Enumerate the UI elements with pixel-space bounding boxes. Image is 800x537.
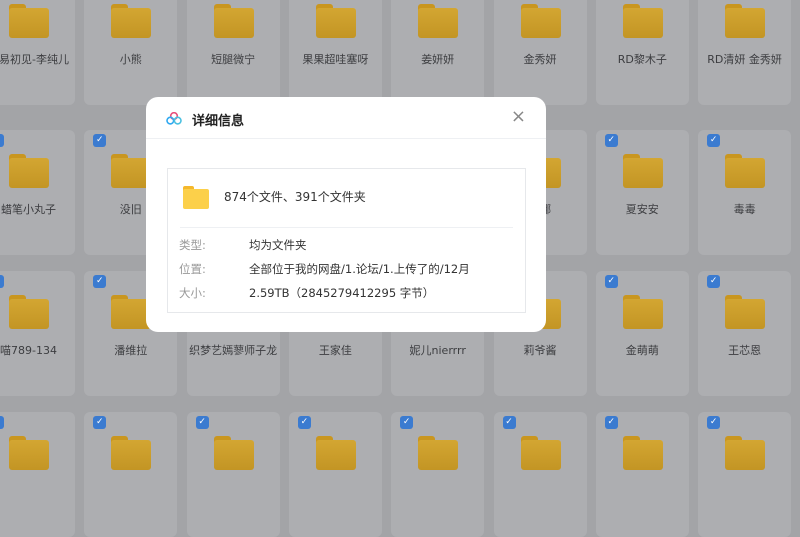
- folder-name: 小熊: [119, 53, 142, 66]
- dialog-title: 详细信息: [192, 114, 245, 129]
- checkbox-checked-icon[interactable]: ✓: [707, 275, 721, 288]
- folder-name: 蜡笔小丸子: [1, 203, 56, 216]
- checkbox-checked-icon[interactable]: ✓: [297, 416, 311, 429]
- folder-item[interactable]: ✓: [698, 412, 792, 537]
- folder-icon: [725, 295, 766, 329]
- folder-name: 金萌萌: [625, 344, 659, 357]
- size-label: 大小:: [179, 286, 206, 300]
- folder-icon: [111, 436, 152, 470]
- folder-item[interactable]: ✓ 毒毒: [698, 130, 792, 255]
- folder-name: 遇易初见-李纯儿: [0, 53, 69, 66]
- folder-icon: [725, 436, 766, 470]
- folder-item[interactable]: ✓: [84, 412, 178, 537]
- folder-item[interactable]: ✓: [288, 412, 382, 537]
- folder-name: 短腿微宁: [211, 53, 256, 66]
- folder-icon: [622, 4, 663, 38]
- checkbox-checked-icon[interactable]: ✓: [93, 416, 107, 429]
- checkbox-checked-icon[interactable]: ✓: [707, 134, 721, 147]
- folder-item[interactable]: ✓金秀妍: [493, 0, 587, 105]
- location-row: 位置: 全部位于我的网盘/1.论坛/1.上传了的/12月: [179, 261, 470, 277]
- folder-name: 妮儿nierrrr: [409, 344, 466, 357]
- folder-item[interactable]: ✓ 王芯恩: [698, 271, 792, 396]
- type-label: 类型:: [179, 238, 206, 252]
- baidu-netdisk-logo-icon: [166, 112, 182, 125]
- folder-item[interactable]: ✓: [595, 412, 689, 537]
- checkbox-checked-icon[interactable]: ✓: [707, 416, 721, 429]
- folder-icon: [520, 4, 561, 38]
- size-row: 大小: 2.59TB（2845279412295 字节）: [179, 285, 434, 301]
- checkbox-checked-icon[interactable]: ✓: [604, 416, 618, 429]
- folder-item[interactable]: ✓ 喵789-134: [0, 271, 75, 396]
- folder-item[interactable]: ✓: [493, 412, 587, 537]
- item-count: 874个文件、391个文件夹: [224, 190, 366, 204]
- folder-name: 莉爷酱: [523, 344, 557, 357]
- folder-item[interactable]: ✓: [0, 412, 75, 537]
- folder-name: 织梦艺嫣蓼师子龙: [189, 344, 278, 357]
- folder-item[interactable]: ✓小熊: [84, 0, 178, 105]
- folder-icon: [111, 4, 152, 38]
- type-row: 类型: 均为文件夹: [179, 237, 307, 253]
- folder-item[interactable]: ✓果果超哇塞呀: [288, 0, 382, 105]
- folder-icon: [213, 4, 254, 38]
- folder-icon: [183, 186, 209, 209]
- checkbox-checked-icon[interactable]: ✓: [195, 416, 209, 429]
- folder-icon: [418, 4, 459, 38]
- folder-icon: [622, 436, 663, 470]
- details-dialog: 详细信息 × 874个文件、391个文件夹 类型: 均为文件夹 位置: 全部位于我的…: [146, 97, 546, 332]
- folder-icon: [725, 4, 766, 38]
- folder-icon: [520, 436, 561, 470]
- checkbox-checked-icon[interactable]: ✓: [93, 134, 107, 147]
- folder-icon: [9, 436, 49, 470]
- folder-name: 姜妍妍: [421, 53, 455, 66]
- folder-item[interactable]: ✓遇易初见-李纯儿: [0, 0, 75, 105]
- checkbox-checked-icon[interactable]: ✓: [0, 275, 4, 288]
- folder-icon: [9, 295, 49, 329]
- checkbox-checked-icon[interactable]: ✓: [93, 275, 107, 288]
- folder-icon: [622, 295, 663, 329]
- folder-item[interactable]: ✓短腿微宁: [186, 0, 280, 105]
- checkbox-checked-icon[interactable]: ✓: [604, 134, 618, 147]
- folder-icon: [315, 436, 356, 470]
- folder-name: 毒毒: [733, 203, 756, 216]
- folder-name: 夏安安: [625, 203, 659, 216]
- folder-name: RD黎木子: [617, 53, 667, 66]
- checkbox-checked-icon[interactable]: ✓: [400, 416, 414, 429]
- folder-item[interactable]: ✓ 金萌萌: [595, 271, 689, 396]
- type-value: 均为文件夹: [249, 238, 307, 252]
- dialog-header: 详细信息 ×: [146, 97, 546, 139]
- location-value: 全部位于我的网盘/1.论坛/1.上传了的/12月: [249, 262, 470, 276]
- folder-item[interactable]: ✓姜妍妍: [391, 0, 485, 105]
- folder-icon: [418, 436, 459, 470]
- location-label: 位置:: [179, 262, 206, 276]
- folder-item[interactable]: ✓ 蜡笔小丸子: [0, 130, 75, 255]
- divider: [180, 227, 513, 228]
- folder-name: 王家佳: [318, 344, 352, 357]
- folder-icon: [622, 154, 663, 188]
- checkbox-checked-icon[interactable]: ✓: [0, 134, 4, 147]
- details-box: 874个文件、391个文件夹 类型: 均为文件夹 位置: 全部位于我的网盘/1.论坛…: [167, 168, 526, 313]
- folder-item[interactable]: ✓ 夏安安: [595, 130, 689, 255]
- folder-item[interactable]: ✓RD清妍 金秀妍: [698, 0, 792, 105]
- folder-icon: [9, 154, 49, 188]
- folder-name: 果果超哇塞呀: [302, 53, 369, 66]
- folder-name: RD清妍 金秀妍: [707, 53, 782, 66]
- checkbox-checked-icon[interactable]: ✓: [0, 416, 4, 429]
- folder-icon: [725, 154, 766, 188]
- folder-item[interactable]: ✓: [186, 412, 280, 537]
- folder-name: 潘维拉: [114, 344, 148, 357]
- folder-icon: [9, 4, 49, 38]
- folder-name: 喵789-134: [0, 344, 57, 357]
- folder-item[interactable]: ✓RD黎木子: [595, 0, 689, 105]
- folder-icon: [315, 4, 356, 38]
- close-icon[interactable]: ×: [511, 106, 526, 127]
- folder-item[interactable]: ✓: [391, 412, 485, 537]
- folder-icon: [213, 436, 254, 470]
- folder-name: 金秀妍: [523, 53, 557, 66]
- checkbox-checked-icon[interactable]: ✓: [604, 275, 618, 288]
- size-value: 2.59TB（2845279412295 字节）: [249, 286, 435, 300]
- checkbox-checked-icon[interactable]: ✓: [502, 416, 516, 429]
- folder-name: 王芯恩: [728, 344, 762, 357]
